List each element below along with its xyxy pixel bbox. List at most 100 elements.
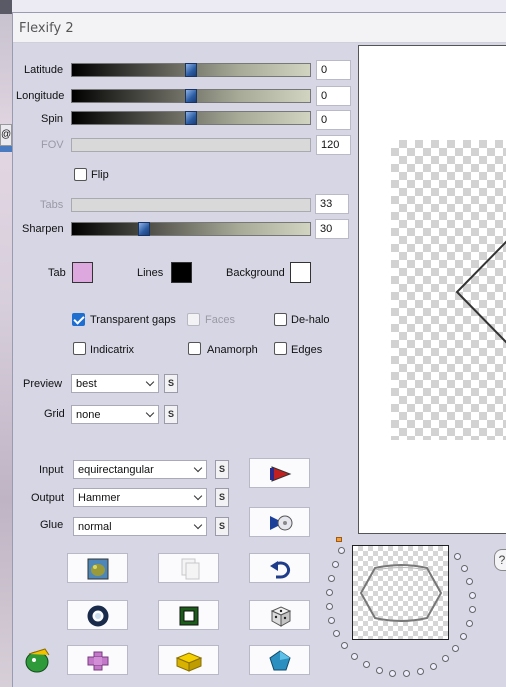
spin-label: Spin <box>41 113 64 125</box>
anamorph-checkbox[interactable] <box>188 342 201 355</box>
background-selection-strip <box>0 146 12 152</box>
chevron-down-icon <box>193 463 203 473</box>
spin-slider[interactable] <box>71 111 311 125</box>
rotation-dot[interactable] <box>466 620 473 627</box>
grid-select[interactable]: none <box>71 405 159 424</box>
cross-grid-icon <box>87 651 109 671</box>
indicatrix-checkbox[interactable] <box>73 342 86 355</box>
glue-select[interactable]: normal <box>73 517 207 536</box>
longitude-slider-thumb[interactable] <box>185 89 197 103</box>
lines-color-label: Lines <box>137 267 164 279</box>
frog-picture-icon <box>87 558 109 580</box>
cross-shape-button[interactable] <box>67 645 128 675</box>
pentagon-gem-icon <box>269 650 291 671</box>
rotation-dot[interactable] <box>403 670 410 677</box>
randomize-button[interactable] <box>249 600 310 630</box>
rotation-dot[interactable] <box>328 617 335 624</box>
output-projection-select[interactable]: Hammer <box>73 488 207 507</box>
copy-icon <box>181 558 200 580</box>
rotation-dot[interactable] <box>469 592 476 599</box>
rotation-dot[interactable] <box>430 663 437 670</box>
chevron-down-icon <box>145 408 155 418</box>
thumbnail-navigator[interactable] <box>352 545 449 640</box>
rotation-dot[interactable] <box>351 653 358 660</box>
input-save-button[interactable]: S <box>215 460 229 479</box>
preview-quality-label: Preview <box>23 378 63 390</box>
rotation-dot[interactable] <box>341 642 348 649</box>
chevron-down-icon <box>145 377 155 387</box>
spin-value-field[interactable]: 0 <box>316 110 351 130</box>
flip-checkbox[interactable] <box>74 168 87 181</box>
pentagon-shape-button[interactable] <box>249 645 310 675</box>
rotation-dot[interactable] <box>460 633 467 640</box>
rotation-dot[interactable] <box>363 661 370 668</box>
rotation-dot[interactable] <box>389 670 396 677</box>
latitude-slider-thumb[interactable] <box>185 63 197 77</box>
help-button[interactable]: ? <box>494 549 506 571</box>
longitude-value-field[interactable]: 0 <box>316 86 351 106</box>
rotation-dot[interactable] <box>417 668 424 675</box>
sharpen-slider-thumb[interactable] <box>138 222 150 236</box>
chevron-down-icon <box>193 520 203 530</box>
play-arrow-icon <box>270 466 292 482</box>
rotation-dot[interactable] <box>452 645 459 652</box>
preview-canvas[interactable] <box>358 45 506 534</box>
rotation-dot[interactable] <box>328 575 335 582</box>
background-canvas-strip: @ <box>0 0 12 687</box>
flexify-dialog: Flexify 2 Latitude 0 Longitude 0 Spin 0 … <box>12 12 506 687</box>
sharpen-slider[interactable] <box>71 222 311 236</box>
preview-quality-select[interactable]: best <box>71 374 159 393</box>
rotation-dot[interactable] <box>332 561 339 568</box>
copy-button[interactable] <box>158 553 219 583</box>
rotation-dot[interactable] <box>454 553 461 560</box>
transparent-gaps-label: Transparent gaps <box>90 314 176 326</box>
lines-color-swatch[interactable] <box>171 262 192 283</box>
tab-color-swatch[interactable] <box>72 262 93 283</box>
tabs-value-field[interactable]: 33 <box>315 194 349 214</box>
load-preset-button[interactable] <box>249 507 310 537</box>
fov-value-field: 120 <box>316 135 351 155</box>
flip-label: Flip <box>91 169 109 181</box>
grid-label: Grid <box>44 408 65 420</box>
forward-play-button[interactable] <box>249 458 310 488</box>
load-image-button[interactable] <box>67 553 128 583</box>
ring-shape-button[interactable] <box>67 600 128 630</box>
latitude-value-field[interactable]: 0 <box>316 60 351 80</box>
background-color-swatch[interactable] <box>290 262 311 283</box>
input-label: Input <box>39 464 64 476</box>
preview-save-button[interactable]: S <box>164 374 178 393</box>
dice-icon <box>270 606 292 627</box>
transparent-gaps-checkbox[interactable] <box>72 313 85 326</box>
frame-shape-button[interactable] <box>158 600 219 630</box>
plugin-logo-icon <box>23 645 53 675</box>
rotation-dot[interactable] <box>326 603 333 610</box>
longitude-slider[interactable] <box>71 89 311 103</box>
input-projection-select[interactable]: equirectangular <box>73 460 207 479</box>
glue-value: normal <box>78 521 112 533</box>
rotation-dot[interactable] <box>442 655 449 662</box>
orientation-marker-icon <box>336 537 342 542</box>
rotation-dot[interactable] <box>376 667 383 674</box>
spin-slider-thumb[interactable] <box>185 111 197 125</box>
undo-button[interactable] <box>249 553 310 583</box>
rotation-dot[interactable] <box>469 606 476 613</box>
glue-save-button[interactable]: S <box>215 517 229 536</box>
background-tab: @ <box>0 124 12 146</box>
undo-icon <box>270 561 291 579</box>
thumbnail-shape-outline <box>359 564 443 622</box>
output-save-button[interactable]: S <box>215 488 229 507</box>
edges-label: Edges <box>291 344 323 356</box>
rotation-dot[interactable] <box>333 630 340 637</box>
faces-checkbox <box>187 313 200 326</box>
rotation-dot[interactable] <box>461 565 468 572</box>
rotation-dot[interactable] <box>466 578 473 585</box>
cube-shape-button[interactable] <box>158 645 219 675</box>
grid-save-button[interactable]: S <box>164 405 178 424</box>
rotation-dot[interactable] <box>338 547 345 554</box>
latitude-slider[interactable] <box>71 63 311 77</box>
edges-checkbox[interactable] <box>274 342 287 355</box>
tab-color-label: Tab <box>48 267 66 279</box>
rotation-dot[interactable] <box>326 589 333 596</box>
sharpen-value-field[interactable]: 30 <box>315 219 349 239</box>
de-halo-checkbox[interactable] <box>274 313 287 326</box>
